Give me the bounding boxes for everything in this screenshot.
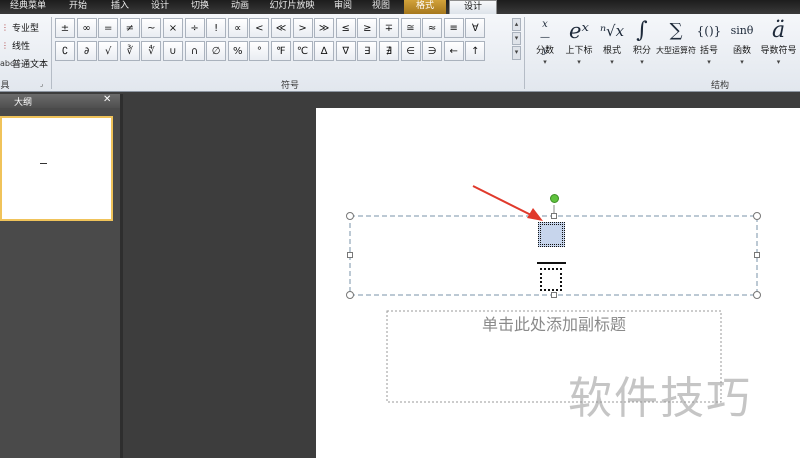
subtitle-placeholder-text[interactable]: 单击此处添加副标题: [387, 312, 721, 338]
watermark: 软件技巧: [568, 373, 752, 424]
